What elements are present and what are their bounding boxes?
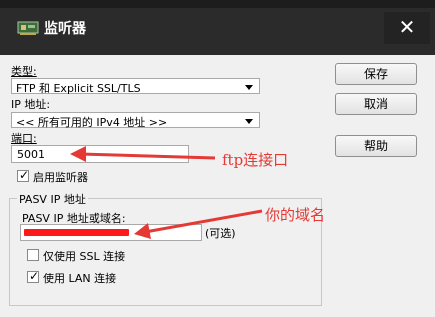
close-icon: ✕ — [398, 15, 416, 39]
type-label: 类型: — [11, 65, 37, 78]
port-annotation-text: ftp连接口 — [222, 151, 289, 169]
port-label: 端口: — [11, 132, 37, 145]
pasv-domain-input[interactable] — [20, 224, 202, 241]
ip-label: IP 地址: — [11, 98, 51, 111]
port-input-value: 5001 — [17, 148, 45, 161]
enable-listener-checkbox[interactable]: ✓ — [17, 168, 30, 182]
enable-listener-label: 启用监听器 — [33, 171, 88, 184]
use-lan-label: 使用 LAN 连接 — [43, 272, 117, 285]
domain-annotation-text: 你的域名 — [265, 206, 326, 224]
pasv-group-title: PASV IP 地址 — [17, 191, 88, 207]
redaction-bar — [24, 229, 129, 236]
network-card-icon — [17, 21, 39, 35]
help-button[interactable]: 帮助 — [335, 135, 417, 157]
pasv-optional-label: (可选) — [205, 227, 236, 240]
ip-select[interactable]: << 所有可用的 IPv4 地址 >> — [11, 112, 260, 129]
dropdown-arrow-icon — [245, 119, 253, 124]
checkmark-icon: ✓ — [29, 269, 40, 283]
save-button[interactable]: 保存 — [335, 63, 417, 85]
type-select-value: FTP 和 Explicit SSL/TLS — [16, 82, 141, 95]
ssl-only-label: 仅使用 SSL 连接 — [43, 250, 126, 263]
use-lan-checkbox[interactable]: ✓ — [27, 269, 40, 283]
close-button[interactable]: ✕ — [384, 12, 430, 44]
title-bar-top-strip — [0, 0, 435, 8]
ssl-only-checkbox[interactable] — [27, 249, 39, 261]
checkmark-icon: ✓ — [19, 168, 30, 182]
cancel-button[interactable]: 取消 — [335, 93, 417, 115]
ip-select-value: << 所有可用的 IPv4 地址 >> — [16, 116, 168, 129]
title-bar: 监听器 ✕ — [0, 0, 435, 55]
dropdown-arrow-icon — [245, 85, 253, 90]
port-input[interactable]: 5001 — [11, 145, 189, 163]
type-select[interactable]: FTP 和 Explicit SSL/TLS — [11, 78, 260, 95]
window-title: 监听器 — [44, 21, 86, 37]
